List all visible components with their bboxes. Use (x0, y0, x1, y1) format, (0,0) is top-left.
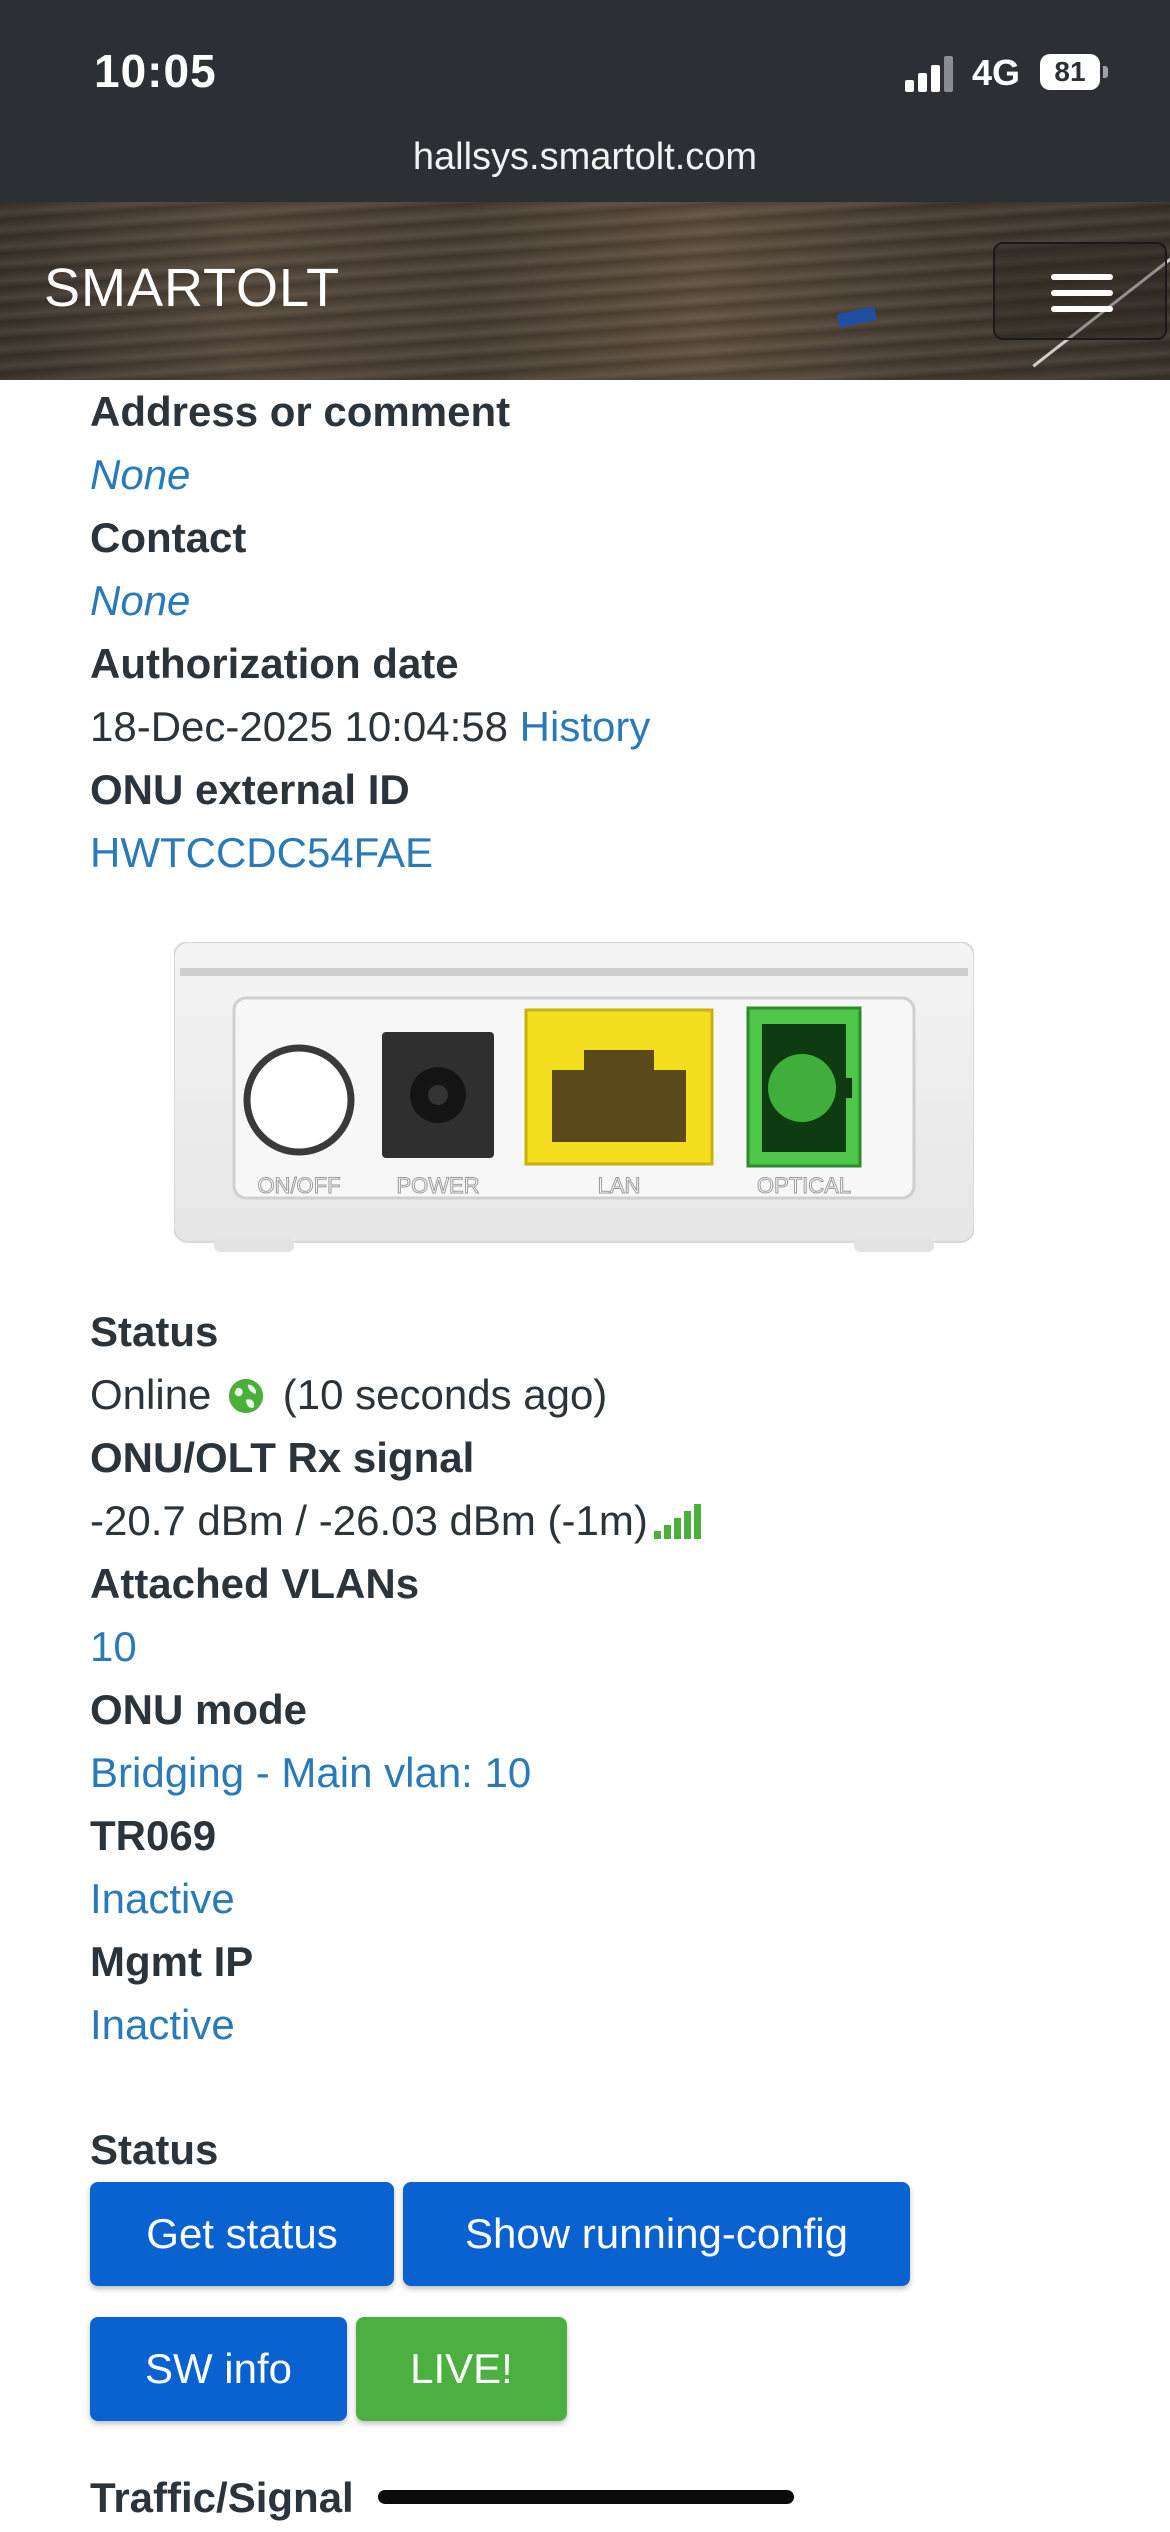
onu-mode-link[interactable]: Bridging - Main vlan: 10 (90, 1741, 1130, 1804)
ios-status-bar: 10:05 4G 81 hallsys.smartolt.com (0, 0, 1170, 202)
show-running-config-button[interactable]: Show running-config (403, 2182, 910, 2286)
contact-label: Contact (90, 514, 247, 561)
hamburger-menu-icon[interactable] (993, 242, 1167, 340)
onu-external-id-label: ONU external ID (90, 766, 410, 813)
actions-section-label: Status (90, 2126, 219, 2173)
brand-logo[interactable]: SMARTOLT (44, 257, 340, 319)
rx-signal-row: -20.7 dBm / -26.03 dBm (-1m) (90, 1489, 1130, 1552)
onu-status-info: Status Online (10 seconds ago) ONU/OLT R… (90, 1300, 1130, 2056)
navbar-background-decoration (836, 306, 878, 328)
mgmt-ip-link[interactable]: Inactive (90, 1993, 1130, 2056)
status-row: Online (10 seconds ago) (90, 1363, 1130, 1426)
address-label: Address or comment (90, 388, 511, 435)
status-label: Status (90, 1308, 219, 1355)
onu-ports-illustration: ON/OFF POWER LAN OPTICAL (173, 941, 975, 1252)
contact-value-link[interactable]: None (90, 569, 1130, 632)
address-bar-url[interactable]: hallsys.smartolt.com (0, 136, 1170, 179)
attached-vlans-link[interactable]: 10 (90, 1615, 1130, 1678)
globe-icon (228, 1378, 264, 1414)
battery-icon: 81 (1040, 54, 1100, 90)
authorization-date-label: Authorization date (90, 640, 459, 687)
home-indicator[interactable] (378, 2490, 794, 2504)
onu-details: Address or comment None Contact None Aut… (90, 380, 1130, 884)
port-label-optical: OPTICAL (757, 1173, 851, 1198)
onu-external-id-link[interactable]: HWTCCDC54FAE (90, 821, 1130, 884)
attached-vlans-label: Attached VLANs (90, 1560, 420, 1607)
live-button[interactable]: LIVE! (356, 2317, 567, 2421)
rx-signal-label: ONU/OLT Rx signal (90, 1434, 475, 1481)
rx-signal-value: -20.7 dBm / -26.03 dBm (-1m) (90, 1497, 648, 1544)
sw-info-button[interactable]: SW info (90, 2317, 347, 2421)
signal-bars-icon (653, 1501, 701, 1539)
port-label-onoff: ON/OFF (257, 1173, 340, 1198)
onoff-port-icon (243, 1044, 355, 1156)
network-type: 4G (972, 52, 1021, 93)
status-last-seen: (10 seconds ago) (282, 1371, 608, 1418)
get-status-button[interactable]: Get status (90, 2182, 394, 2286)
tr069-label: TR069 (90, 1812, 217, 1859)
site-navbar: SMARTOLT (0, 202, 1170, 380)
tr069-link[interactable]: Inactive (90, 1867, 1130, 1930)
onu-mode-label: ONU mode (90, 1686, 308, 1733)
clock-time: 10:05 (94, 45, 217, 97)
onu-device-image: ON/OFF POWER LAN OPTICAL (173, 941, 975, 1258)
authorization-date-value: 18-Dec-2025 10:04:58 (90, 703, 508, 750)
battery-nub (1103, 66, 1108, 78)
port-label-lan: LAN (598, 1173, 641, 1198)
cellular-signal-icon (905, 56, 955, 92)
address-value-link[interactable]: None (90, 443, 1130, 506)
mgmt-ip-label: Mgmt IP (90, 1938, 254, 1985)
port-label-power: POWER (396, 1173, 479, 1198)
traffic-signal-label: Traffic/Signal (90, 2474, 354, 2521)
history-link[interactable]: History (520, 703, 651, 750)
status-value: Online (90, 1371, 212, 1418)
authorization-date-row: 18-Dec-2025 10:04:58 History (90, 695, 1130, 758)
